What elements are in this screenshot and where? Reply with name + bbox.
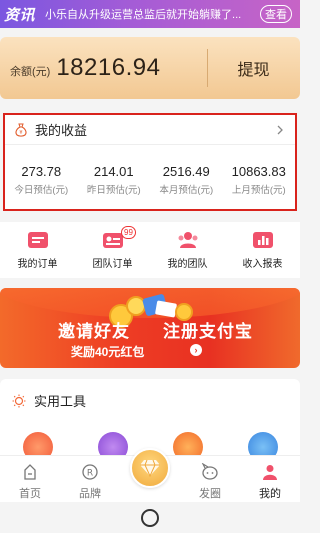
earnings-header[interactable]: ¥ 我的收益 xyxy=(5,115,295,145)
balance-label: 余额(元) xyxy=(10,65,51,78)
moments-icon xyxy=(201,463,218,480)
stat-today: 273.78 今日预估(元) xyxy=(5,164,78,196)
chevron-right-icon xyxy=(277,125,283,134)
tools-title: 实用工具 xyxy=(34,394,87,409)
stat-yesterday: 214.01 昨日预估(元) xyxy=(78,164,151,196)
tools-section: 实用工具 xyxy=(0,379,300,459)
tab-label: 首页 xyxy=(19,488,41,500)
stat-last-month: 10863.83 上月预估(元) xyxy=(223,164,296,196)
stat-value: 273.78 xyxy=(21,164,62,179)
menu-label: 收入报表 xyxy=(242,259,283,270)
money-bag-icon: ¥ xyxy=(15,123,27,137)
earnings-card[interactable]: ¥ 我的收益 273.78 今日预估(元) 214.01 昨日预估(元) 251… xyxy=(3,113,297,211)
stat-label: 今日预估(元) xyxy=(14,185,69,196)
tab-center[interactable] xyxy=(120,448,180,502)
system-nav-bar xyxy=(0,502,300,533)
stat-label: 本月预估(元) xyxy=(159,185,214,196)
stat-value: 214.01 xyxy=(93,164,134,179)
menu-team-orders[interactable]: 99 团队订单 xyxy=(75,222,150,278)
balance-card: 余额(元) 18216.94 提现 xyxy=(0,37,300,99)
quick-menu: 我的订单 99 团队订单 我的团队 收入报表 xyxy=(0,222,300,278)
svg-text:¥: ¥ xyxy=(19,130,22,136)
brand-icon: R xyxy=(82,464,98,480)
tab-label: 发圈 xyxy=(199,488,221,500)
invite-promo-banner[interactable]: 邀请好友 注册支付宝 奖励40元红包 › xyxy=(0,288,300,368)
lightbulb-icon xyxy=(12,394,26,407)
order-icon xyxy=(27,232,48,248)
menu-label: 我的订单 xyxy=(17,259,58,270)
team-icon xyxy=(178,232,197,248)
stat-label: 昨日预估(元) xyxy=(86,185,141,196)
center-diamond-button[interactable] xyxy=(130,448,170,488)
menu-income-report[interactable]: 收入报表 xyxy=(225,222,300,278)
balance-value: 18216.94 xyxy=(56,54,161,81)
svg-text:R: R xyxy=(87,469,93,479)
tab-label: 我的 xyxy=(259,488,281,500)
menu-label: 我的团队 xyxy=(167,259,208,270)
tab-home[interactable]: 首页 xyxy=(0,456,60,502)
withdraw-button[interactable]: 提现 xyxy=(207,37,300,99)
earnings-title: 我的收益 xyxy=(35,123,88,138)
banner-headline-left: 邀请好友 xyxy=(58,322,130,341)
tab-profile[interactable]: 我的 xyxy=(240,456,300,502)
banner-go-icon: › xyxy=(190,344,202,356)
news-text[interactable]: 小乐自从升级运营总监后就开始躺赚了... xyxy=(45,6,260,22)
report-icon xyxy=(252,232,273,248)
bottom-tab-bar: 首页 R 品牌 发圈 我的 xyxy=(0,448,300,502)
tab-moments[interactable]: 发圈 xyxy=(180,456,240,502)
banner-reward-text: 奖励40元红包 xyxy=(71,345,145,359)
profile-icon xyxy=(263,465,277,480)
stat-value: 2516.49 xyxy=(162,164,210,179)
news-view-button[interactable]: 查看 xyxy=(260,5,292,23)
news-tag: 资讯 xyxy=(4,6,36,24)
menu-my-orders[interactable]: 我的订单 xyxy=(0,222,75,278)
menu-my-team[interactable]: 我的团队 xyxy=(150,222,225,278)
earnings-stats: 273.78 今日预估(元) 214.01 昨日预估(元) 2516.49 本月… xyxy=(5,145,295,196)
tab-brand[interactable]: R 品牌 xyxy=(60,456,120,502)
banner-headline-right: 注册支付宝 xyxy=(163,322,253,341)
diamond-icon xyxy=(140,459,160,477)
stat-value: 10863.83 xyxy=(231,164,286,179)
tab-label: 品牌 xyxy=(79,488,101,500)
tools-header: 实用工具 xyxy=(0,379,300,422)
home-button-icon[interactable] xyxy=(141,508,159,527)
stat-label: 上月预估(元) xyxy=(231,185,286,196)
home-icon xyxy=(24,464,36,480)
stat-this-month: 2516.49 本月预估(元) xyxy=(150,164,223,196)
news-bar[interactable]: 资讯 小乐自从升级运营总监后就开始躺赚了... 查看 xyxy=(0,0,300,28)
menu-label: 团队订单 xyxy=(92,259,133,270)
order-count-badge: 99 xyxy=(121,226,136,239)
